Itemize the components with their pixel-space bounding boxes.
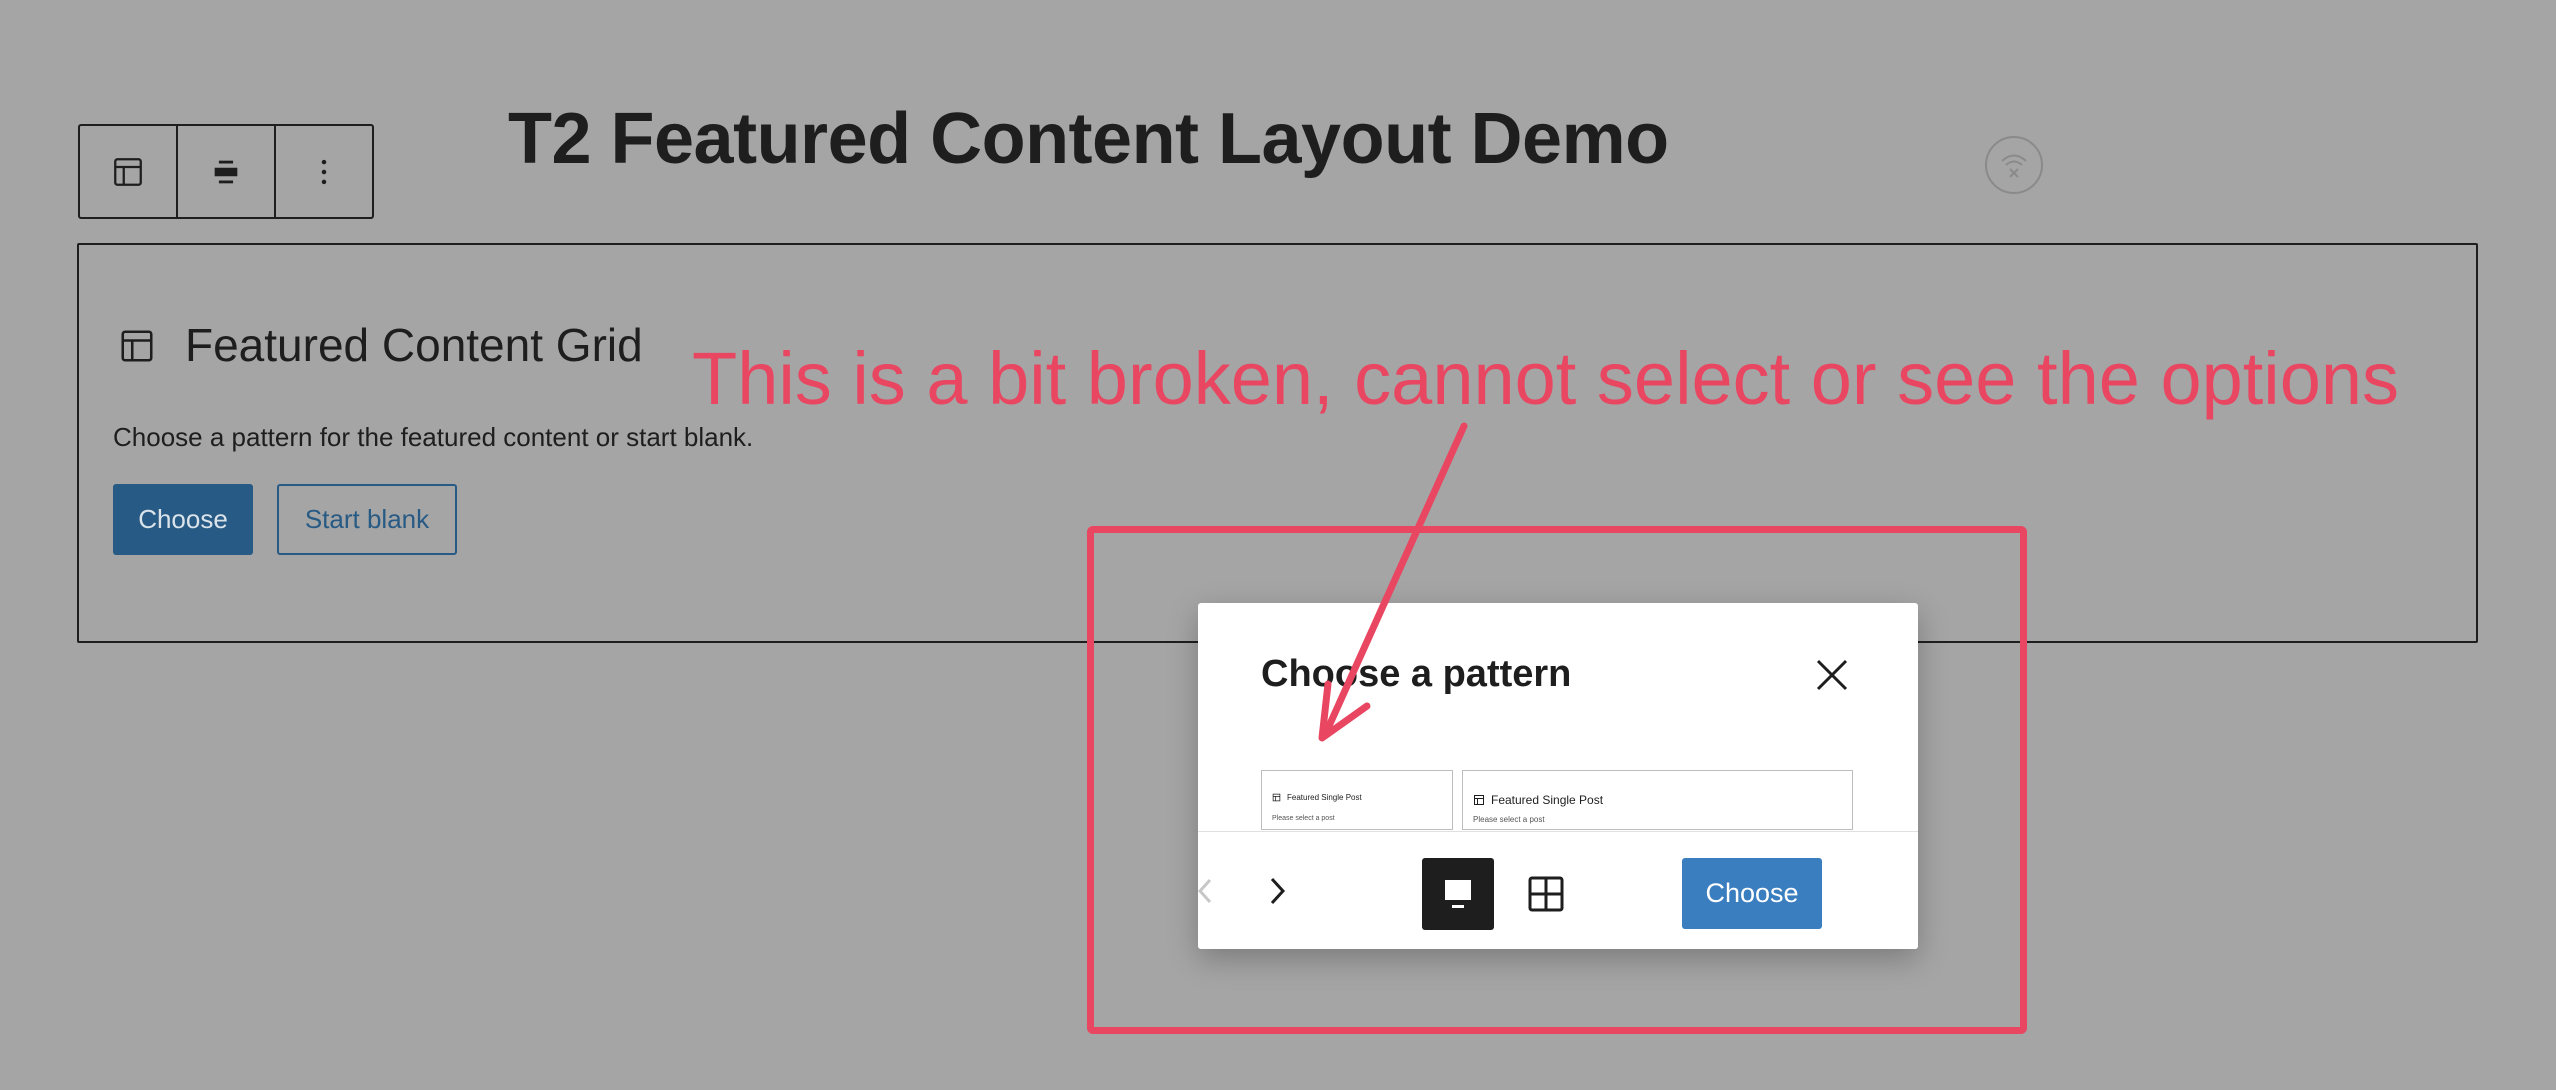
block-description: Choose a pattern for the featured conten… — [113, 422, 754, 452]
more-options-button[interactable] — [276, 126, 372, 217]
block-toolbar — [78, 124, 374, 219]
annotation-text: This is a bit broken, cannot select or s… — [692, 337, 2400, 420]
align-button[interactable] — [178, 126, 276, 217]
layout-icon — [114, 157, 142, 186]
choose-button[interactable]: Choose — [113, 484, 253, 555]
page-title[interactable]: T2 Featured Content Layout Demo — [508, 98, 1669, 180]
block-type-button[interactable] — [80, 126, 178, 217]
block-title: Featured Content Grid — [185, 319, 643, 371]
wifi-off-icon — [1985, 136, 2043, 194]
start-blank-button[interactable]: Start blank — [277, 484, 457, 555]
more-vertical-icon — [321, 159, 327, 184]
annotation-box — [1087, 526, 2027, 1034]
align-center-icon — [214, 160, 238, 183]
layout-icon — [121, 330, 153, 362]
